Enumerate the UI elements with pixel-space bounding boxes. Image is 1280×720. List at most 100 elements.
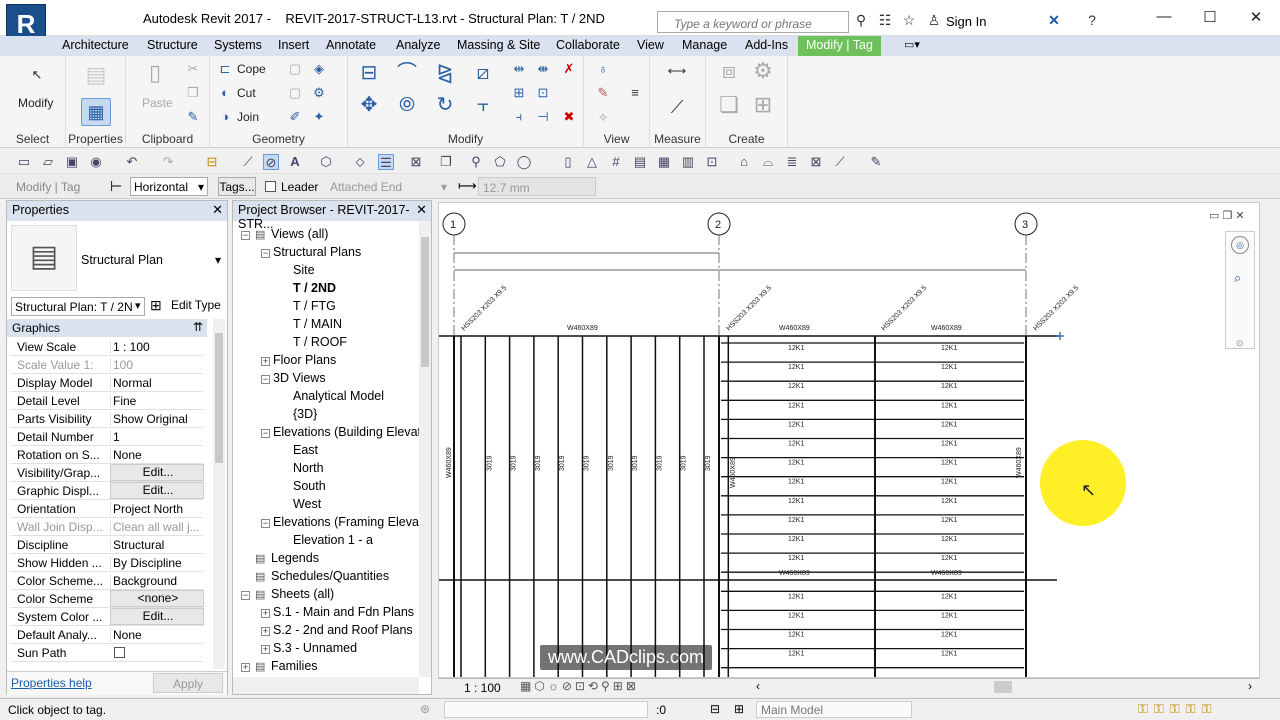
sync-icon[interactable]: ◉ (88, 154, 104, 170)
copy-icon[interactable]: ❐ (182, 84, 204, 102)
text-icon[interactable]: A (287, 154, 303, 170)
mirror-axis-icon[interactable]: ⧎ (434, 63, 456, 83)
property-row[interactable]: System Color ... Edit... (11, 608, 204, 626)
editing-requests-icon[interactable]: ⊟ (710, 702, 720, 716)
design-option-select[interactable]: Main Model (756, 701, 912, 718)
customize-qat-icon[interactable]: ✎ (868, 154, 884, 170)
property-value[interactable]: None (110, 628, 204, 642)
browser-item[interactable]: Sheets (all) (271, 587, 334, 601)
railing-icon[interactable]: ≣ (784, 154, 800, 170)
modify-panel-label[interactable]: Modify (348, 132, 583, 146)
tab-massing-site[interactable]: Massing & Site (457, 38, 540, 52)
override-graphics-icon[interactable]: ✎ (592, 84, 614, 102)
browser-item[interactable]: South (293, 479, 326, 493)
browser-item[interactable]: Elevation 1 - a (293, 533, 373, 547)
section-icon[interactable]: ⬦ (352, 154, 368, 170)
offset-icon[interactable]: ⌒ (396, 63, 418, 83)
tab-modify-tag[interactable]: Modify | Tag (798, 36, 881, 56)
property-value[interactable]: 100 (110, 358, 204, 372)
property-value[interactable]: Fine (110, 394, 204, 408)
browser-hscrollbar[interactable] (233, 677, 419, 694)
zoom-icon[interactable]: ⌕ (1234, 270, 1241, 286)
property-row[interactable]: Discipline Structural (11, 536, 203, 554)
beam-join-icon[interactable]: ✐ (284, 108, 306, 126)
grid-icon[interactable]: # (608, 154, 624, 170)
property-value[interactable]: <none> (110, 590, 204, 607)
create-assembly-icon[interactable]: ⧈ (718, 60, 740, 82)
design-options-icon[interactable]: ⊞ (734, 702, 744, 716)
tree-toggle-icon[interactable]: − (241, 231, 250, 240)
property-row[interactable]: Display Model Normal (11, 374, 203, 392)
spot-elevation-icon[interactable]: ⟋ (832, 154, 848, 170)
tag-by-category-icon[interactable]: ⊘ (263, 154, 279, 170)
view-window-controls[interactable]: ▭ ❐ ✕ (1209, 209, 1245, 222)
type-properties-icon[interactable]: ▤ (85, 64, 107, 86)
property-value[interactable]: Background (110, 574, 204, 588)
measure-between-icon[interactable]: ⟷ (660, 62, 694, 80)
ribbon-toggle-icon[interactable]: ▭▾ (904, 38, 920, 51)
browser-item[interactable]: Floor Plans (273, 353, 336, 367)
tab-annotate[interactable]: Annotate (326, 38, 376, 52)
cope-button[interactable]: Cope (237, 62, 266, 76)
tags-button[interactable]: Tags... (218, 177, 256, 196)
brace-icon[interactable]: △ (584, 154, 600, 170)
exchange-apps-icon[interactable]: ✕ (1045, 12, 1063, 30)
browser-scrollbar[interactable] (419, 221, 431, 677)
tree-toggle-icon[interactable]: + (261, 609, 270, 618)
browser-item[interactable]: Schedules/Quantities (271, 569, 389, 583)
browser-item[interactable]: T / 2ND (293, 281, 336, 295)
delete-icon[interactable]: ✖ (558, 108, 580, 126)
new-file-icon[interactable]: ▭ (16, 154, 32, 170)
cut-profile-icon[interactable]: ✦ (308, 108, 330, 126)
thin-lines-icon[interactable]: ☰ (378, 154, 394, 170)
properties-scrollbar[interactable] (213, 319, 225, 669)
select-panel-label[interactable]: Select (0, 132, 65, 146)
print-icon[interactable]: ⊟ (204, 154, 220, 170)
property-row[interactable]: Visibility/Grap... Edit... (11, 464, 204, 482)
property-value[interactable]: Project North (110, 502, 204, 516)
geometry-panel-label[interactable]: Geometry (210, 132, 347, 146)
clipboard-panel-label[interactable]: Clipboard (126, 132, 209, 146)
orientation-select[interactable]: Horizontal ▾ (130, 177, 208, 196)
browser-item[interactable]: S.2 - 2nd and Roof Plans (273, 623, 413, 637)
scroll-left-icon[interactable]: ‹ (756, 679, 760, 693)
match-type-brush-icon[interactable]: ✎ (182, 108, 204, 126)
redo-icon[interactable]: ↷ (160, 154, 176, 170)
tree-toggle-icon[interactable]: − (261, 429, 270, 438)
minimize-button[interactable]: — (1144, 8, 1184, 28)
tab-analyze[interactable]: Analyze (396, 38, 440, 52)
cut-scissors-icon[interactable]: ✂ (182, 60, 204, 78)
leader-length-input[interactable]: 12.7 mm (478, 177, 596, 196)
property-row[interactable]: Orientation Project North (11, 500, 203, 518)
opening-icon[interactable]: ⊠ (808, 154, 824, 170)
property-row[interactable]: Detail Level Fine (11, 392, 203, 410)
trim-multiple-icon[interactable]: ⫞ (508, 108, 530, 126)
property-row[interactable]: Scale Value 1: 100 (11, 356, 203, 374)
tab-systems[interactable]: Systems (214, 38, 262, 52)
mirror-draw-icon[interactable]: ⧄ (472, 63, 494, 83)
view-scale[interactable]: 1 : 100 (464, 681, 501, 695)
browser-item[interactable]: {3D} (293, 407, 317, 421)
browser-item[interactable]: West (293, 497, 321, 511)
properties-panel-label[interactable]: Properties (66, 132, 125, 146)
structural-plan-drawing[interactable]: 1 2 3 HSS203 X203 X9.5 HSS203 X203 X9.5 HSS20… (439, 203, 1260, 678)
tab-insert[interactable]: Insert (278, 38, 309, 52)
create-group-icon[interactable]: ❏ (718, 94, 740, 116)
steering-wheel-icon[interactable]: ◎ (1231, 236, 1249, 254)
maximize-button[interactable]: ☐ (1190, 8, 1230, 28)
graphics-section-header[interactable]: Graphics ⇈ (7, 319, 207, 337)
copy-elements-icon[interactable]: ⦾ (396, 95, 418, 115)
tab-collaborate[interactable]: Collaborate (556, 38, 620, 52)
close-button[interactable]: ✕ (1236, 8, 1276, 28)
browser-item[interactable]: Views (all) (271, 227, 328, 241)
create-similar-icon[interactable]: ⊞ (752, 94, 774, 116)
browser-item[interactable]: Legends (271, 551, 319, 565)
browser-item[interactable]: East (293, 443, 318, 457)
cope-icon[interactable]: ⊏ (214, 60, 236, 78)
property-row[interactable]: Sun Path (11, 644, 203, 662)
split-face-icon[interactable]: ▢ (284, 60, 306, 78)
apply-button[interactable]: Apply (153, 673, 223, 693)
favorites-star-icon[interactable]: ☆ (900, 12, 918, 30)
detail-line-icon[interactable]: ⬠ (492, 154, 508, 170)
property-row[interactable]: Graphic Displ... Edit... (11, 482, 204, 500)
